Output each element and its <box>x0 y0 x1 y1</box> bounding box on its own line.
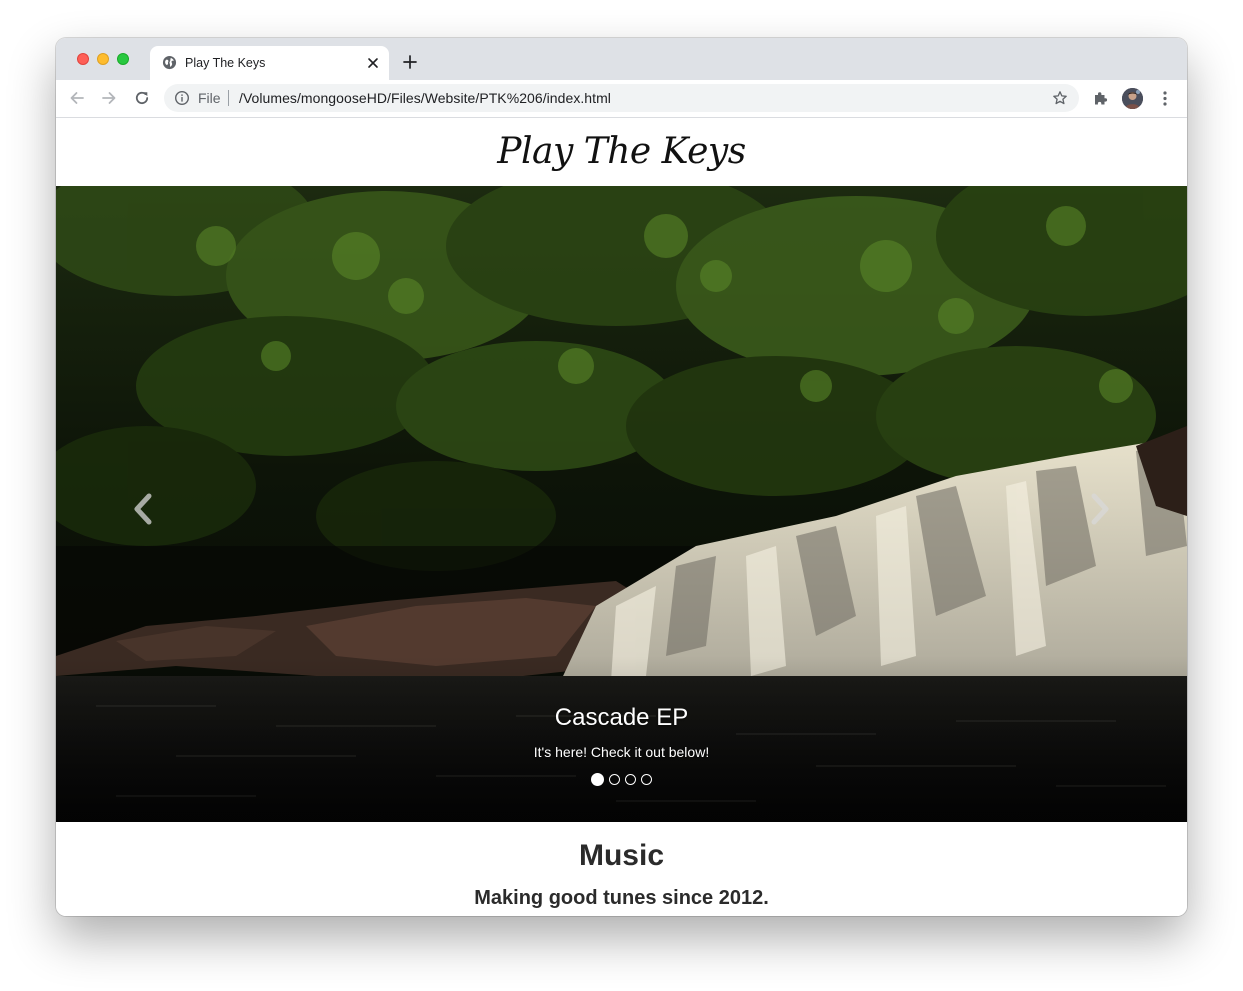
close-icon[interactable] <box>365 55 381 71</box>
chevron-right-icon[interactable] <box>1085 491 1115 527</box>
arrow-right-icon[interactable] <box>100 89 118 107</box>
reload-icon[interactable] <box>133 89 151 107</box>
minimize-window-button[interactable] <box>97 53 109 65</box>
carousel-indicator-1[interactable] <box>591 773 604 786</box>
star-icon[interactable] <box>1052 90 1068 106</box>
carousel-caption-text: It's here! Check it out below! <box>533 744 710 760</box>
globe-icon <box>162 55 177 70</box>
info-icon[interactable] <box>174 90 190 106</box>
web-page: Play The Keys Cascade EP It's here! Chec… <box>56 118 1187 916</box>
zoom-window-button[interactable] <box>117 53 129 65</box>
hero-carousel: Cascade EP It's here! Check it out below… <box>56 186 1187 822</box>
address-bar[interactable]: File /Volumes/mongooseHD/Files/Website/P… <box>164 84 1079 112</box>
section-subheading: Making good tunes since 2012. <box>474 887 769 909</box>
tab-title: Play The Keys <box>185 56 266 70</box>
close-window-button[interactable] <box>77 53 89 65</box>
site-logo[interactable]: Play The Keys <box>56 126 1187 178</box>
puzzle-icon[interactable] <box>1092 90 1109 107</box>
section-heading: Music <box>578 839 665 872</box>
carousel-caption-title: Cascade EP <box>554 704 689 731</box>
arrow-left-icon[interactable] <box>68 89 86 107</box>
tab-play-the-keys[interactable]: Play The Keys <box>150 46 389 80</box>
kebab-menu-icon[interactable] <box>1158 90 1172 107</box>
browser-toolbar: File /Volumes/mongooseHD/Files/Website/P… <box>56 80 1187 118</box>
site-header: Play The Keys <box>56 118 1187 186</box>
browser-window: Play The Keys File /Volumes/mongooseHD/F… <box>56 38 1187 916</box>
carousel-indicator-2[interactable] <box>609 774 620 785</box>
chevron-left-icon[interactable] <box>128 491 158 527</box>
plus-icon[interactable] <box>402 54 418 70</box>
scheme-divider <box>228 90 229 106</box>
profile-photo <box>1122 88 1143 109</box>
scheme-label: File <box>198 90 221 106</box>
url-text[interactable]: /Volumes/mongooseHD/Files/Website/PTK%20… <box>239 90 611 106</box>
carousel-indicator-4[interactable] <box>641 774 652 785</box>
carousel-indicators <box>56 773 1187 786</box>
carousel-indicator-3[interactable] <box>625 774 636 785</box>
tab-strip: Play The Keys <box>56 38 1187 80</box>
avatar[interactable] <box>1122 88 1143 109</box>
